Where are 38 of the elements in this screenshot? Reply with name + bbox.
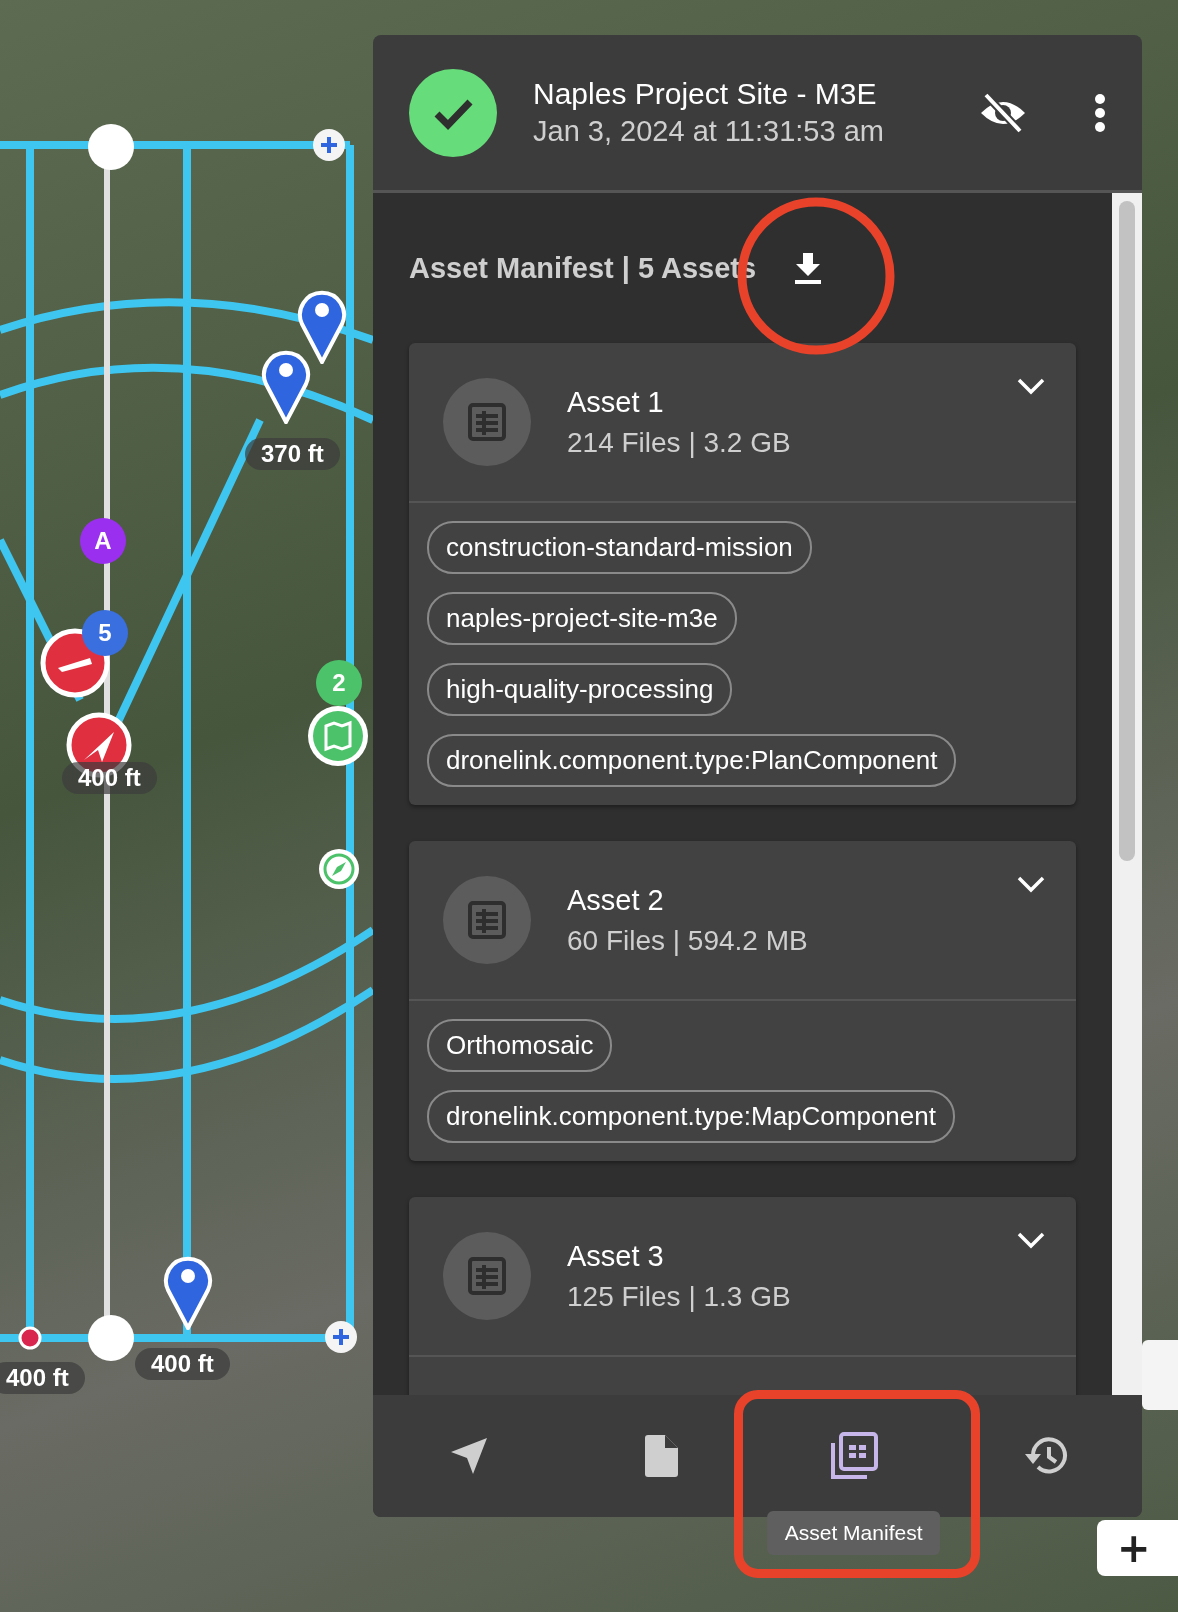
asset-icon <box>443 378 531 466</box>
tag-chip[interactable]: naples-project-site-m3e <box>427 592 737 645</box>
altitude-label: 400 ft <box>62 762 157 794</box>
scrollbar-thumb[interactable] <box>1119 201 1135 861</box>
add-waypoint-icon[interactable] <box>312 128 346 162</box>
altitude-label: 400 ft <box>135 1348 230 1380</box>
tag-chip[interactable]: construction-standard-mission <box>427 521 812 574</box>
compass-icon[interactable] <box>318 848 360 890</box>
asset-details: 60 Files | 594.2 MB <box>567 924 809 957</box>
project-title: Naples Project Site - M3E <box>533 77 878 111</box>
tag-chip[interactable]: dronelink.component.type:MapComponent <box>427 1090 955 1143</box>
asset-name: Asset 3 <box>567 1239 665 1273</box>
zoom-in-button[interactable]: + <box>1097 1520 1178 1576</box>
asset-icon <box>443 1232 531 1320</box>
map-icon[interactable] <box>306 704 370 768</box>
asset-details: 214 Files | 3.2 GB <box>567 426 792 459</box>
project-date: Jan 3, 2024 at 11:31:53 am <box>533 115 885 148</box>
tag-chip[interactable]: dronelink.component.type:PlanComponent <box>427 734 957 787</box>
asset-icon <box>443 876 531 964</box>
chevron-icon[interactable] <box>1016 1231 1046 1251</box>
waypoint-handle-icon[interactable] <box>86 122 136 172</box>
waypoint-handle-icon[interactable] <box>86 1313 136 1363</box>
stacked-grid-icon <box>828 1431 879 1481</box>
more-options-icon[interactable] <box>1094 92 1106 133</box>
tag-chip[interactable]: Orthomosaic <box>427 1019 613 1072</box>
tooltip: Asset Manifest <box>766 1511 941 1555</box>
asset-details: 125 Files | 1.3 GB <box>567 1280 792 1313</box>
asset-name: Asset 1 <box>567 385 665 419</box>
document-icon <box>643 1434 680 1478</box>
waypoint-dot-icon[interactable] <box>18 1326 42 1350</box>
download-icon[interactable] <box>794 251 823 285</box>
altitude-label: 400 ft <box>0 1362 85 1394</box>
tag-chip[interactable]: high-quality-processing <box>427 663 733 716</box>
add-waypoint-icon[interactable] <box>324 1320 358 1354</box>
chevron-icon[interactable] <box>1016 377 1046 397</box>
asset-name: Asset 2 <box>567 883 665 917</box>
chevron-icon[interactable] <box>1016 875 1046 895</box>
altitude-label: 370 ft <box>245 438 340 470</box>
